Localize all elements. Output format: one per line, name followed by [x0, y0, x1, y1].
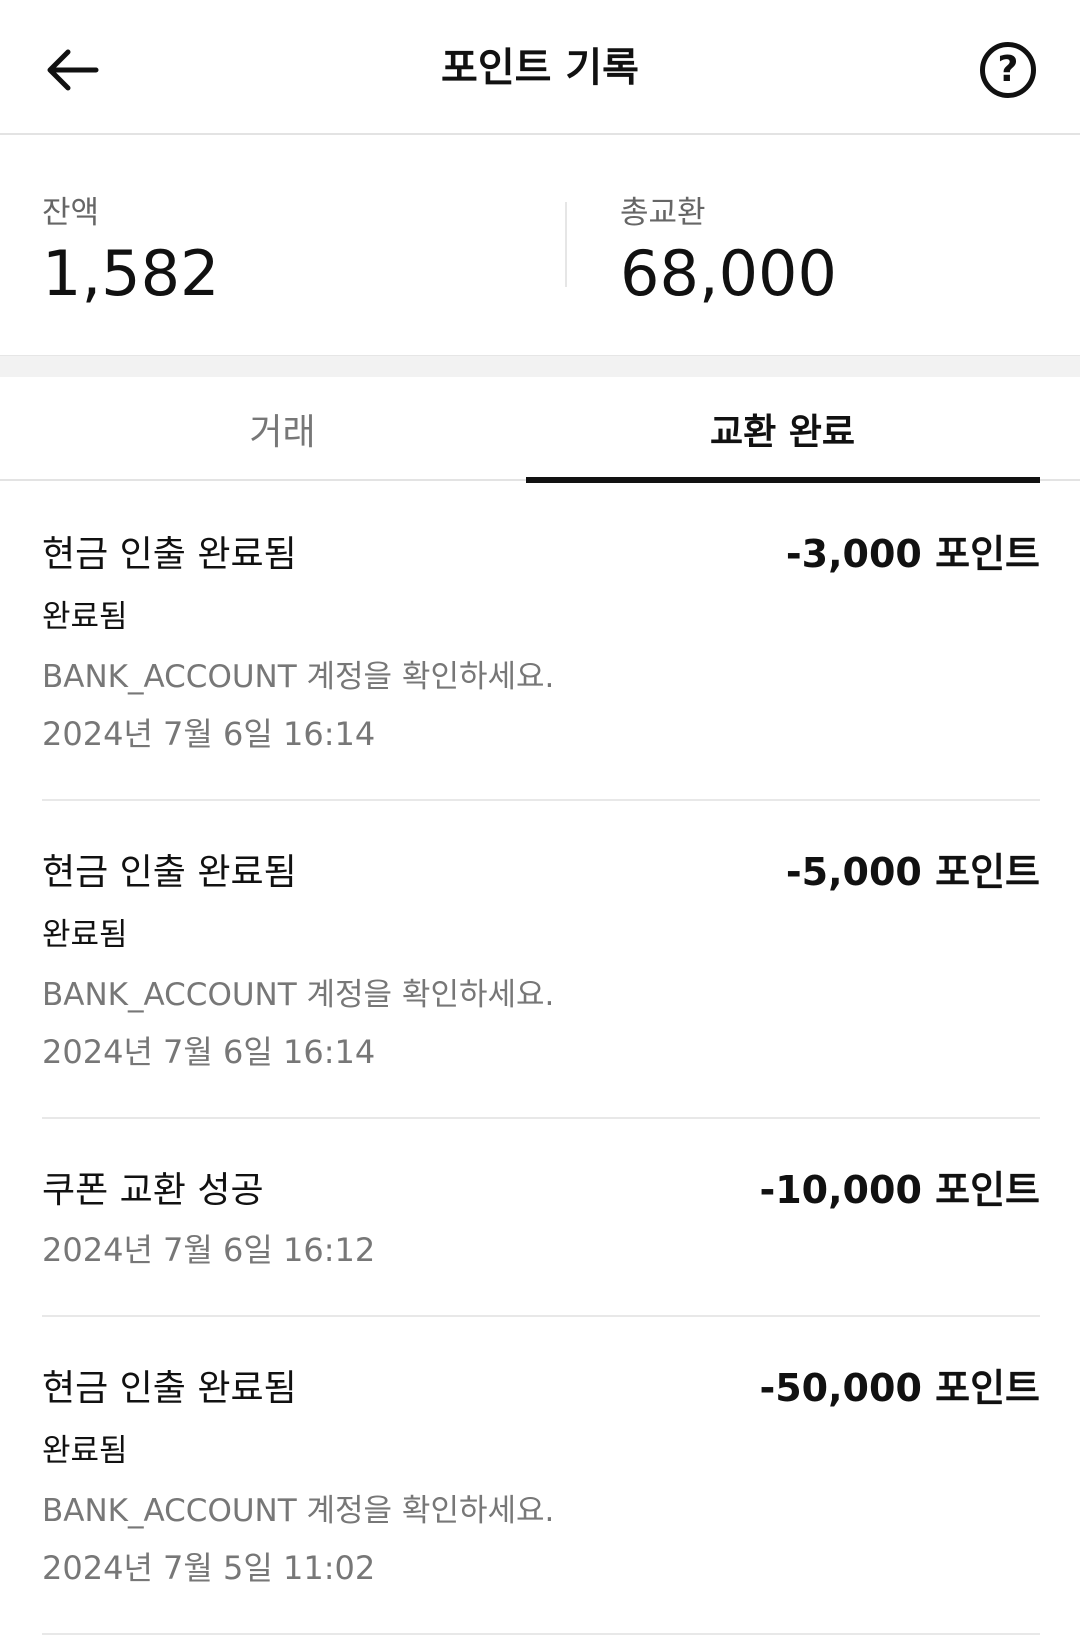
list-item[interactable]: 현금 인출 완료됨 -50,000 포인트 완료됨 BANK_ACCOUNT 계… — [42, 1317, 1040, 1635]
question-circle-icon: ? — [980, 42, 1036, 98]
item-note: BANK_ACCOUNT 계정을 확인하세요. — [42, 1493, 555, 1529]
item-amount: -5,000 포인트 — [785, 850, 1040, 894]
item-date: 2024년 7월 5일 11:02 — [42, 1549, 376, 1587]
tab-exchange-completed[interactable]: 교환 완료 — [525, 377, 1040, 481]
item-title: 현금 인출 완료됨 — [42, 852, 297, 893]
tab-bar: 거래 교환 완료 — [0, 377, 1080, 483]
summary-divider — [565, 202, 567, 287]
item-date: 2024년 7월 6일 16:12 — [42, 1231, 376, 1269]
list-item[interactable]: 현금 인출 완료됨 -3,000 포인트 완료됨 BANK_ACCOUNT 계정… — [42, 483, 1040, 801]
total-exchange-value: 68,000 — [620, 237, 837, 310]
item-note: BANK_ACCOUNT 계정을 확인하세요. — [42, 977, 555, 1013]
item-status: 완료됨 — [42, 917, 128, 953]
transaction-list: 현금 인출 완료됨 -3,000 포인트 완료됨 BANK_ACCOUNT 계정… — [42, 483, 1040, 1635]
balance-value: 1,582 — [42, 237, 220, 310]
item-status: 완료됨 — [42, 599, 128, 635]
app-header: 포인트 기록 ? — [0, 0, 1080, 135]
total-exchange-label: 총교환 — [620, 195, 706, 231]
points-summary: 잔액 1,582 총교환 68,000 — [0, 137, 1080, 355]
balance-label: 잔액 — [42, 195, 100, 231]
item-note: BANK_ACCOUNT 계정을 확인하세요. — [42, 659, 555, 695]
item-title: 현금 인출 완료됨 — [42, 534, 297, 575]
list-item[interactable]: 현금 인출 완료됨 -5,000 포인트 완료됨 BANK_ACCOUNT 계정… — [42, 801, 1040, 1119]
item-amount: -3,000 포인트 — [785, 532, 1040, 576]
help-button[interactable]: ? — [976, 38, 1040, 102]
section-separator — [0, 355, 1080, 377]
list-item[interactable]: 쿠폰 교환 성공 -10,000 포인트 2024년 7월 6일 16:12 — [42, 1119, 1040, 1317]
item-amount: -10,000 포인트 — [759, 1168, 1040, 1212]
item-title: 쿠폰 교환 성공 — [42, 1170, 264, 1211]
tab-transactions[interactable]: 거래 — [25, 377, 540, 481]
item-date: 2024년 7월 6일 16:14 — [42, 715, 376, 753]
item-date: 2024년 7월 6일 16:14 — [42, 1033, 376, 1071]
item-status: 완료됨 — [42, 1433, 128, 1469]
item-title: 현금 인출 완료됨 — [42, 1368, 297, 1409]
page-title: 포인트 기록 — [441, 45, 639, 91]
item-amount: -50,000 포인트 — [759, 1366, 1040, 1410]
